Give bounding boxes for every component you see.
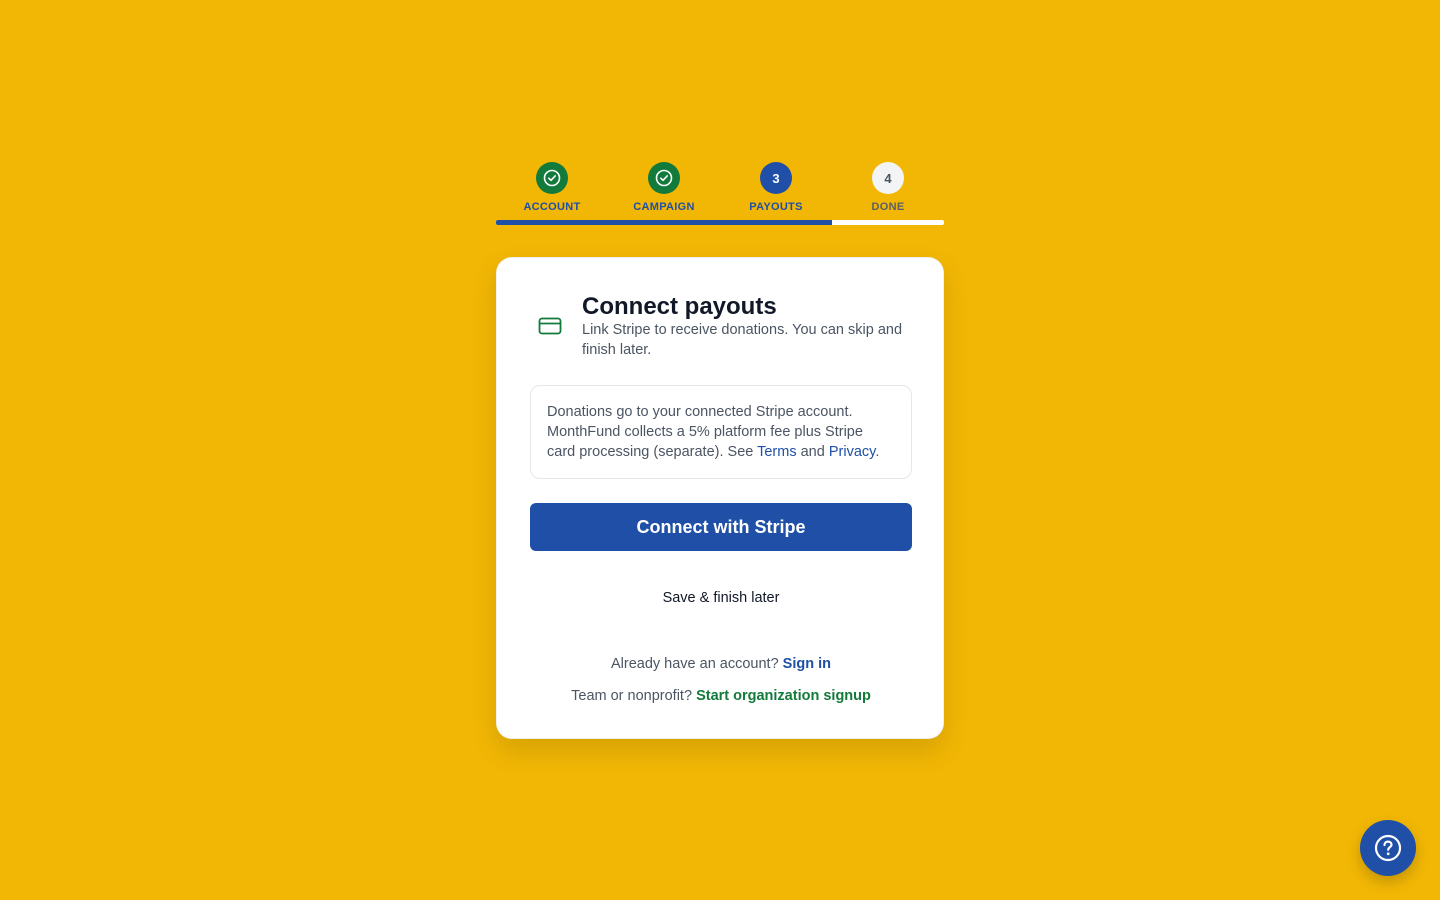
save-finish-later-button[interactable]: Save & finish later (530, 580, 912, 616)
step-campaign: CAMPAIGN (608, 162, 720, 214)
credit-card-icon (538, 317, 562, 335)
step-payouts-number: 3 (760, 162, 792, 194)
privacy-link[interactable]: Privacy (829, 444, 875, 460)
check-icon (655, 169, 673, 187)
signin-line: Already have an account? Sign in (497, 654, 945, 674)
step-payouts: 3 PAYOUTS (720, 162, 832, 214)
check-icon (543, 169, 561, 187)
progress-stepper: ACCOUNT CAMPAIGN 3 PAYOUTS 4 DONE (496, 162, 944, 225)
org-signup-link[interactable]: Start organization signup (696, 688, 871, 704)
fee-info-period: . (875, 444, 880, 460)
signin-prompt: Already have an account? (610, 656, 783, 672)
step-done-number: 4 (872, 162, 904, 194)
step-done: 4 DONE (832, 162, 944, 214)
card-title: Connect payouts (582, 293, 777, 320)
card-subtitle: Link Stripe to receive donations. You ca… (582, 322, 903, 358)
help-button[interactable] (1360, 820, 1416, 876)
step-account-label: ACCOUNT (523, 201, 581, 213)
step-payouts-label: PAYOUTS (749, 201, 803, 213)
step-campaign-check (648, 162, 680, 194)
payouts-card: Connect payouts Link Stripe to receive d… (496, 257, 944, 739)
connect-stripe-button[interactable]: Connect with Stripe (530, 503, 912, 551)
fee-info-box: Donations go to your connected Stripe ac… (530, 385, 912, 479)
fee-info-and: and (796, 444, 829, 460)
org-signup-line: Team or nonprofit? Start organization si… (497, 686, 945, 706)
terms-link[interactable]: Terms (757, 444, 796, 460)
step-done-label: DONE (871, 201, 905, 213)
org-prompt: Team or nonprofit? (571, 688, 697, 704)
help-circle-icon (1374, 834, 1402, 862)
sign-in-link[interactable]: Sign in (783, 656, 831, 672)
step-campaign-label: CAMPAIGN (633, 201, 695, 213)
step-account: ACCOUNT (496, 162, 608, 214)
progress-fill (496, 220, 832, 225)
step-account-check (536, 162, 568, 194)
progress-track (496, 220, 944, 225)
